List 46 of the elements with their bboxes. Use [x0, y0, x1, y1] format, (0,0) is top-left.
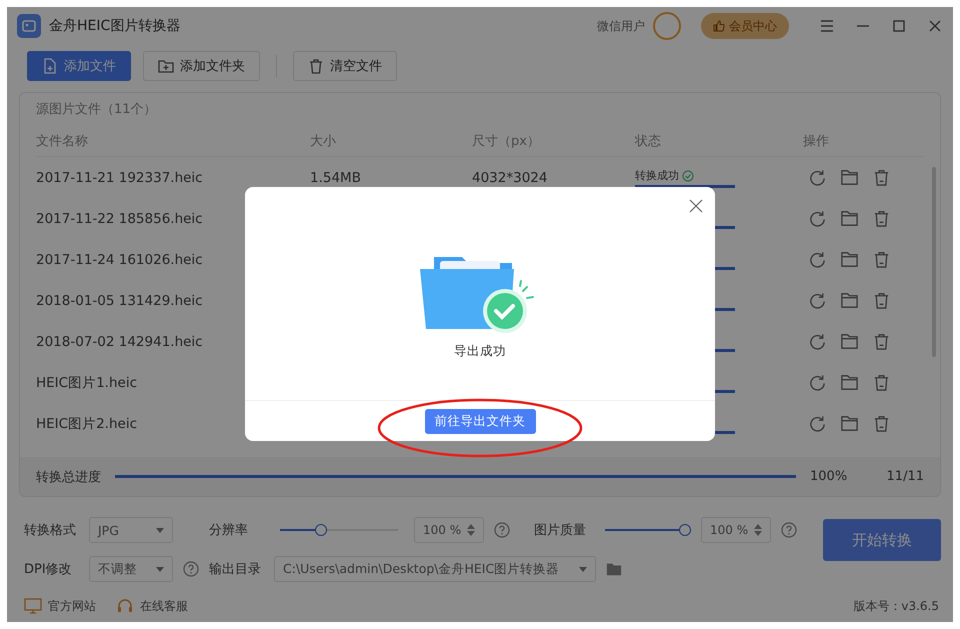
setting-label: 图片质量	[534, 522, 587, 539]
status-text: 转换成功	[635, 170, 679, 182]
number-value: 100 %	[710, 523, 748, 537]
success-message: 导出成功	[454, 343, 506, 360]
column-header: 大小	[310, 133, 337, 150]
toolbar-button[interactable]: 清空文件	[293, 51, 397, 81]
start-convert-button[interactable]: 开始转换	[823, 519, 941, 561]
setting-label: 输出目录	[209, 561, 262, 578]
dropdown-value: 不调整	[98, 560, 137, 578]
user-name: 微信用户	[597, 18, 645, 34]
progress-label: 转换总进度	[36, 468, 101, 486]
dropdown-value: JPG	[98, 522, 119, 538]
file-name: 2017-11-24 161026.heic	[36, 252, 204, 268]
column-header: 状态	[635, 133, 662, 150]
footer-link[interactable]: 官方网站	[24, 598, 96, 614]
toolbar-button[interactable]: 添加文件	[27, 51, 131, 81]
column-header: 文件名称	[36, 133, 89, 150]
toolbar-button[interactable]: 添加文件夹	[143, 51, 260, 81]
version-text: 版本号：v3.6.5	[853, 598, 939, 614]
panel-title: 源图片文件（11个）	[35, 101, 158, 119]
file-name: 2018-07-02 142941.heic	[36, 334, 204, 350]
number-value: 100 %	[423, 523, 462, 537]
window-title: 金舟HEIC图片转换器	[49, 17, 182, 35]
column-header: 尺寸（px）	[472, 133, 541, 150]
file-name: 2017-11-22 185856.heic	[36, 210, 204, 226]
setting-label: 转换格式	[24, 522, 77, 539]
number-input[interactable]: 100 %	[701, 517, 771, 543]
file-name: 2018-01-05 131429.heic	[36, 292, 204, 308]
dropdown[interactable]: JPG	[89, 517, 173, 543]
dropdown-value: C:\Users\admin\Desktop\金舟HEIC图片转换器	[283, 560, 560, 578]
dropdown[interactable]: 不调整	[89, 556, 173, 582]
footer-link[interactable]: 在线客服	[116, 598, 188, 614]
image-dimensions: 4032*3024	[472, 170, 548, 186]
column-header: 操作	[803, 133, 830, 150]
number-input[interactable]: 100 %	[414, 517, 484, 543]
output-path-dropdown[interactable]: C:\Users\admin\Desktop\金舟HEIC图片转换器	[274, 556, 596, 582]
file-name: HEIC图片1.heic	[36, 374, 138, 392]
progress-count: 11/11	[886, 469, 924, 484]
file-name: HEIC图片2.heic	[36, 414, 138, 432]
file-size: 1.54MB	[310, 170, 362, 186]
open-export-folder-button[interactable]: 前往导出文件夹	[424, 408, 536, 434]
progress-percent: 100%	[810, 469, 848, 484]
member-center-button[interactable]: 会员中心	[701, 13, 789, 39]
setting-label: DPI修改	[24, 561, 73, 578]
setting-label: 分辨率	[209, 522, 249, 539]
file-name: 2017-11-21 192337.heic	[36, 170, 204, 186]
